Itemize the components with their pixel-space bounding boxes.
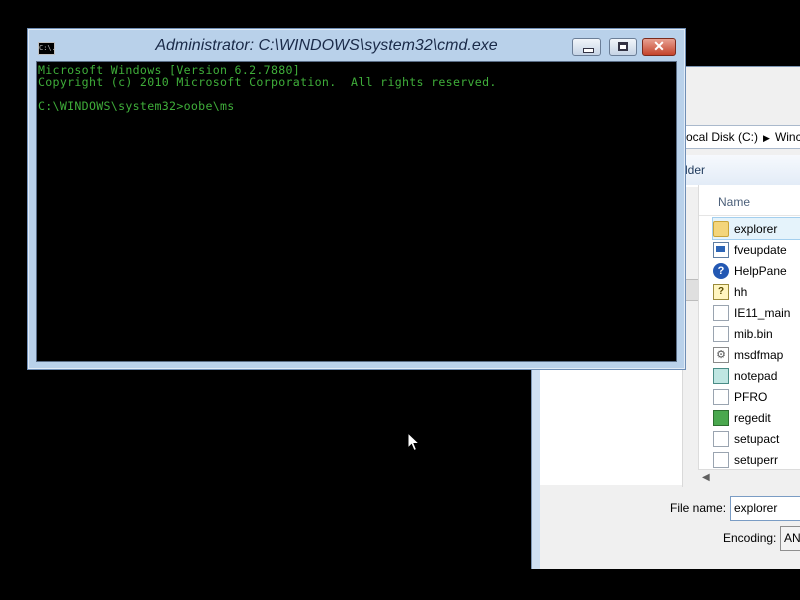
console-prompt-line[interactable]: C:\WINDOWS\system32>oobe\ms [38,99,235,113]
encoding-label: Encoding: [723,531,777,545]
hh-icon: ? [713,283,729,300]
list-item[interactable]: ⚙ msdfmap [713,344,800,365]
document-icon [713,451,729,468]
notepad-icon [713,367,729,384]
file-name: setupact [734,431,780,446]
folder-icon [713,220,729,237]
list-item[interactable]: setuperr [713,449,800,470]
list-item[interactable]: notepad [713,365,800,386]
mouse-pointer-icon [407,432,421,452]
nav-scroll-thumb[interactable] [685,279,699,301]
file-list[interactable]: Name explorer fveupdate ? HelpPane ? hh IE… [698,185,800,487]
document-icon [713,430,729,447]
regedit-icon [713,409,729,426]
file-name-input[interactable]: explorer [730,496,800,521]
minimize-icon [583,48,594,53]
list-item[interactable]: fveupdate [713,239,800,260]
list-item[interactable]: mib.bin [713,323,800,344]
maximize-icon [618,42,628,51]
maximize-button[interactable] [609,38,637,56]
horizontal-scrollbar[interactable]: ◀ [698,469,800,488]
file-name: fveupdate [734,242,787,257]
file-name: msdfmap [734,347,784,362]
file-name: regedit [734,410,771,425]
encoding-select[interactable]: AN [780,526,800,551]
list-item[interactable]: setupact [713,428,800,449]
breadcrumb-local-disk[interactable]: ocal Disk (C:) [686,130,758,144]
column-header[interactable]: Name [699,185,800,216]
minimize-button[interactable] [572,38,601,56]
gear-document-icon: ⚙ [713,346,729,363]
new-folder-button[interactable]: lder [685,163,705,177]
breadcrumb-windows[interactable]: Winc [775,130,800,144]
breadcrumb-separator-icon[interactable]: ▶ [758,133,775,143]
address-bar[interactable]: ocal Disk (C:) ▶ Winc [682,125,800,149]
dialog-toolbar: lder [682,155,800,186]
list-item[interactable]: PFRO [713,386,800,407]
column-name-label[interactable]: Name [718,195,750,209]
help-icon: ? [713,262,729,279]
cmd-window[interactable]: C:\. Administrator: C:\WINDOWS\system32\… [27,28,686,370]
document-icon [713,304,729,321]
document-icon [713,325,729,342]
file-name: explorer [734,221,778,236]
document-icon [713,388,729,405]
close-button[interactable]: ✕ [642,38,676,56]
file-name: mib.bin [734,326,773,341]
list-item[interactable]: ? hh [713,281,800,302]
file-name: hh [734,284,748,299]
close-icon: ✕ [653,38,665,54]
address-strip [686,97,800,123]
file-name: notepad [734,368,778,383]
console-output[interactable]: Microsoft Windows [Version 6.2.7880] Cop… [36,61,677,362]
file-name: setuperr [734,452,779,467]
scroll-left-arrow-icon[interactable]: ◀ [702,472,710,483]
list-item[interactable]: ? HelpPane [713,260,800,281]
app-icon [713,241,729,258]
list-item[interactable]: explorer [712,217,800,240]
file-name: PFRO [734,389,768,404]
file-name-label: File name: [670,501,727,515]
file-name: HelpPane [734,263,787,278]
list-item[interactable]: IE11_main [713,302,800,323]
list-item[interactable]: regedit [713,407,800,428]
console-line: Copyright (c) 2010 Microsoft Corporation… [38,75,497,89]
file-name: IE11_main [734,305,791,320]
